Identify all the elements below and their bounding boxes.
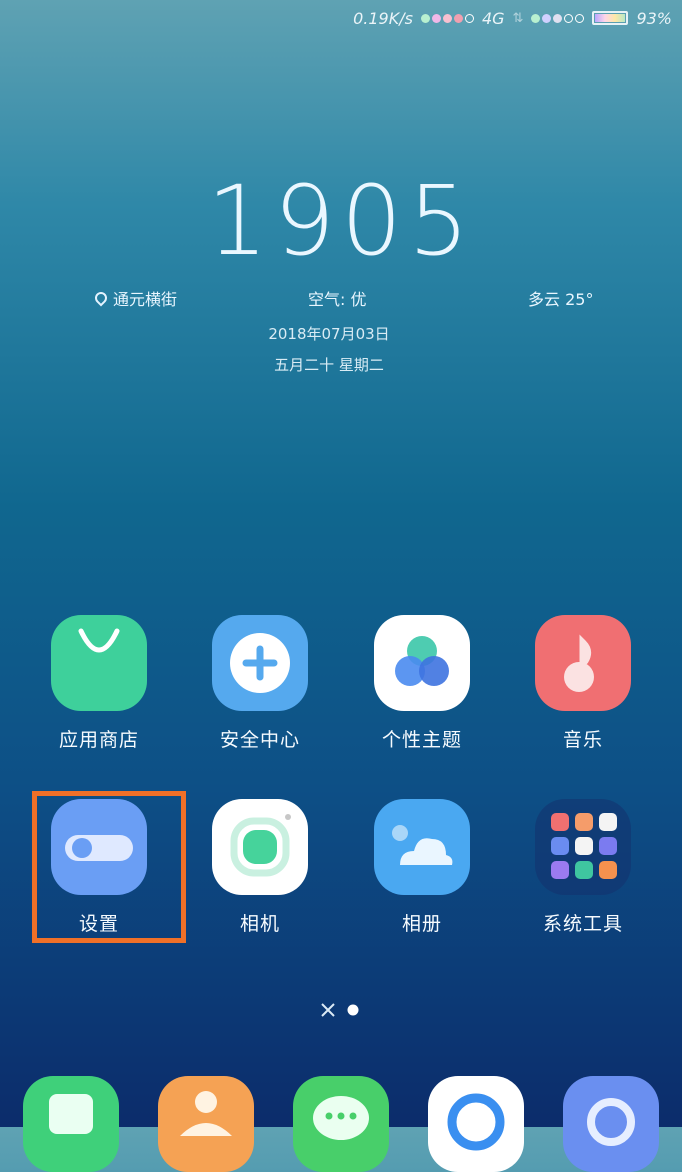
weather-condition: 多云 25° [528, 290, 594, 309]
app-label: 个性主题 [381, 729, 462, 751]
camera-app[interactable]: 相机 [190, 799, 330, 936]
app-label: 相机 [239, 913, 280, 935]
music-icon [535, 615, 631, 711]
app-label: 应用商店 [58, 729, 139, 751]
themes-icon [374, 615, 470, 711]
clock-time[interactable]: 1905 [0, 165, 682, 277]
page-overview-icon [321, 1003, 335, 1017]
signal-strength-2-icon [531, 13, 585, 23]
app-label: 系统工具 [542, 913, 623, 935]
location: 通元横街 [92, 286, 178, 310]
app-label: 音乐 [562, 729, 603, 751]
camera-icon [212, 799, 308, 895]
security-center-icon [212, 615, 308, 711]
current-page-dot [347, 1004, 359, 1016]
date-text: 2018年07月03日 [268, 325, 390, 343]
battery-icon [592, 11, 629, 25]
app-store-app[interactable]: 应用商店 [29, 615, 169, 752]
security-center-app[interactable]: 安全中心 [190, 615, 330, 752]
data-transfer-icon: ⇅ [512, 10, 524, 26]
battery-percent: 93% [636, 8, 672, 28]
location-pin-icon [92, 289, 110, 307]
air-quality: 空气: 优 [308, 290, 367, 309]
gallery-icon [374, 799, 470, 895]
system-tools-folder-icon [535, 799, 631, 895]
gallery-app[interactable]: 相册 [352, 799, 492, 936]
themes-app[interactable]: 个性主题 [352, 615, 492, 752]
search-icon[interactable] [563, 1076, 659, 1172]
browser-icon[interactable] [428, 1076, 524, 1172]
network-type: 4G [481, 8, 505, 28]
app-label: 相册 [401, 913, 442, 935]
app-store-icon [51, 615, 147, 711]
system-tools-folder[interactable]: 系统工具 [513, 799, 653, 936]
dock [0, 1076, 682, 1172]
messages-icon[interactable] [293, 1076, 389, 1172]
weather-widget[interactable]: 通元横街 空气: 优 多云 25° [0, 286, 682, 312]
music-app[interactable]: 音乐 [513, 615, 653, 752]
status-bar: 0.19K/s 4G ⇅ 93% [353, 6, 672, 30]
app-label: 安全中心 [219, 729, 300, 751]
page-indicator[interactable] [0, 1000, 682, 1020]
phone-icon[interactable] [23, 1076, 119, 1172]
highlight-box [32, 791, 186, 943]
lunar-date-text: 五月二十 星期二 [274, 356, 384, 374]
network-speed: 0.19K/s [353, 8, 413, 28]
signal-strength-1-icon [420, 13, 474, 23]
location-name: 通元横街 [113, 290, 178, 309]
contacts-icon[interactable] [158, 1076, 254, 1172]
